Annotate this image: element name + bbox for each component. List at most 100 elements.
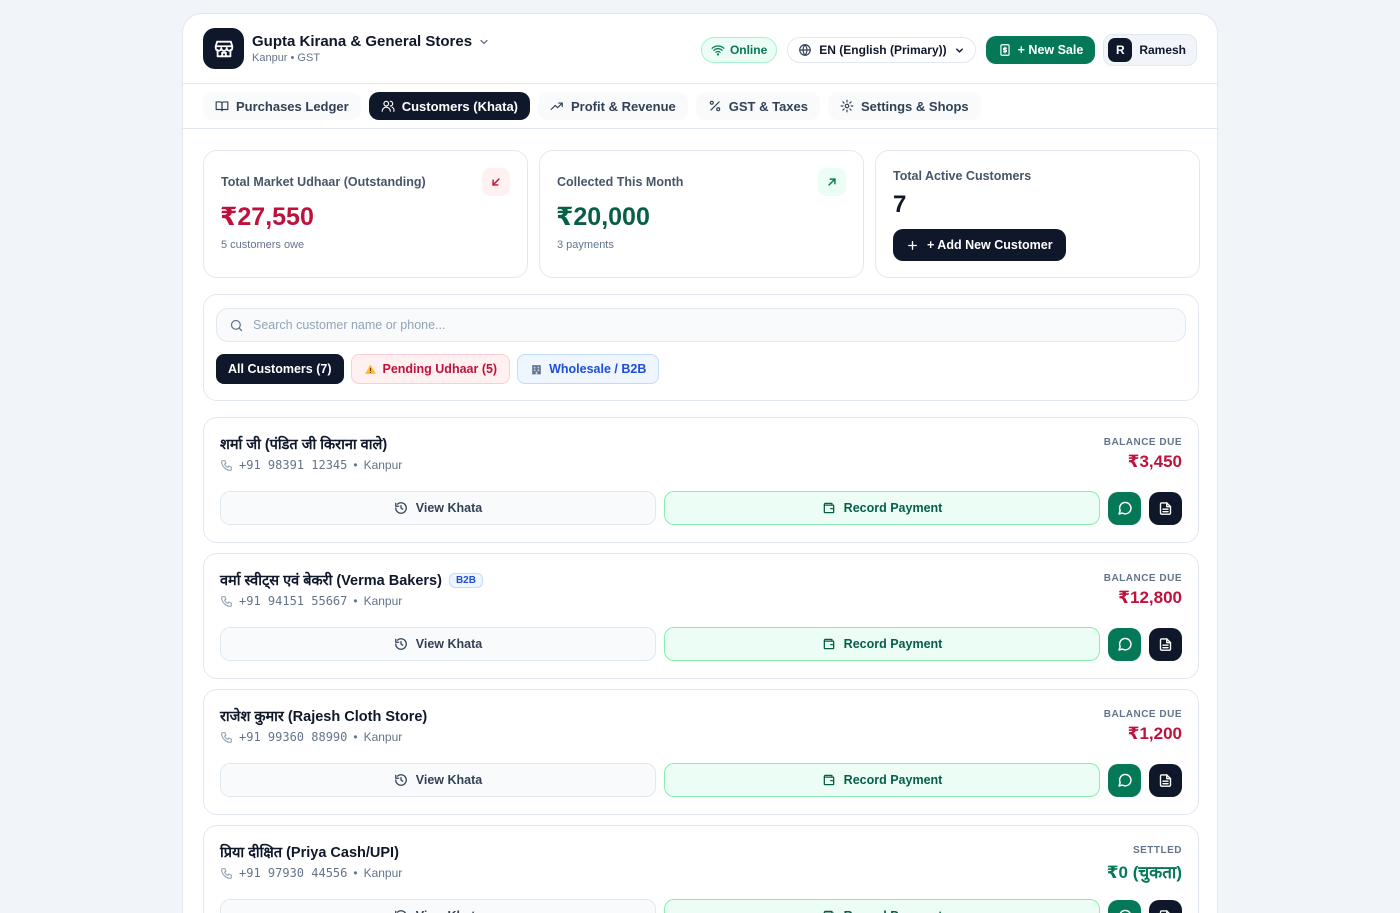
customer-name: राजेश कुमार (Rajesh Cloth Store) (220, 709, 428, 725)
wallet-icon (823, 910, 834, 913)
record-payment-button[interactable]: Record Payment (664, 763, 1100, 797)
add-customer-label: + Add New Customer (927, 238, 1053, 252)
stat-card-collected: Collected This Month ₹20,000 3 payments (539, 150, 864, 278)
customer-city: Kanpur (363, 866, 403, 880)
warning-icon (364, 364, 376, 374)
separator: • (353, 458, 358, 472)
customer-card: वर्मा स्वीट्स एवं बेकरी (Verma Bakers) B… (203, 553, 1199, 679)
balance-label: SETTLED (1132, 845, 1182, 856)
customer-phone: +91 94151 55667 (239, 594, 348, 608)
tab-gst-taxes[interactable]: GST & Taxes (695, 92, 820, 120)
customer-phone: +91 98391 12345 (239, 458, 348, 472)
new-sale-button[interactable]: + New Sale (985, 36, 1096, 64)
stat-value: ₹27,550 (220, 203, 314, 231)
search-bar (216, 308, 1186, 342)
arrow-down-left-icon (482, 168, 510, 196)
statement-button[interactable] (1149, 491, 1182, 525)
globe-icon (799, 44, 812, 57)
message-circle-icon (1117, 637, 1132, 651)
record-payment-button[interactable]: Record Payment (664, 899, 1100, 913)
customer-contact: +91 99360 88990 • Kanpur (220, 730, 402, 744)
view-khata-label: View Khata (416, 909, 482, 913)
app-window: Gupta Kirana & General Stores Kanpur • G… (182, 13, 1218, 913)
balance-amount: ₹12,800 (1118, 588, 1182, 607)
phone-icon (221, 867, 232, 879)
add-new-customer-button[interactable]: + Add New Customer (893, 229, 1066, 261)
stat-label: Total Active Customers (893, 169, 1032, 183)
arrow-up-right-icon (818, 168, 846, 196)
tab-purchases-ledger[interactable]: Purchases Ledger (203, 92, 361, 120)
chip-pending-udhaar[interactable]: Pending Udhaar (5) (350, 354, 511, 384)
book-icon (215, 101, 229, 112)
record-payment-button[interactable]: Record Payment (664, 627, 1100, 661)
statement-button[interactable] (1149, 763, 1182, 797)
search-input[interactable] (253, 318, 1153, 332)
history-icon (394, 638, 407, 650)
top-header: Gupta Kirana & General Stores Kanpur • G… (183, 14, 1217, 84)
whatsapp-reminder-button[interactable] (1108, 763, 1141, 797)
wallet-icon (823, 502, 834, 514)
tab-settings-shops[interactable]: Settings & Shops (828, 92, 981, 120)
view-khata-button[interactable]: View Khata (220, 491, 656, 525)
record-payment-button[interactable]: Record Payment (664, 491, 1100, 525)
customer-name: शर्मा जी (पंडित जी किराना वाले) (220, 437, 388, 453)
gear-icon (840, 99, 854, 113)
chip-all-customers[interactable]: All Customers (7) (216, 354, 344, 384)
online-status-badge: Online (700, 37, 778, 63)
card-actions: View Khata Record Payment (220, 899, 1182, 913)
stat-value: 7 (893, 191, 907, 218)
history-icon (394, 502, 407, 514)
customer-name: वर्मा स्वीट्स एवं बेकरी (Verma Bakers) (220, 573, 442, 589)
separator: • (353, 866, 358, 880)
percent-icon (709, 100, 721, 112)
view-khata-button[interactable]: View Khata (220, 627, 656, 661)
chip-label: All Customers (7) (228, 362, 332, 376)
customer-phone: +91 99360 88990 (239, 730, 348, 744)
customer-phone: +91 97930 44556 (239, 866, 348, 880)
user-menu[interactable]: R Ramesh (1103, 34, 1197, 66)
customer-name-row[interactable]: राजेश कुमार (Rajesh Cloth Store) (220, 706, 427, 726)
balance-label: BALANCE DUE (1103, 573, 1182, 584)
user-name: Ramesh (1139, 43, 1186, 57)
filter-panel: All Customers (7) Pending Udhaar (5) Who… (203, 294, 1199, 401)
message-circle-icon (1119, 909, 1131, 913)
stat-sub: 5 customers owe (221, 239, 305, 251)
customer-name-row[interactable]: वर्मा स्वीट्स एवं बेकरी (Verma Bakers) B… (220, 570, 483, 590)
card-actions: View Khata Record Payment (220, 491, 1182, 525)
search-icon (230, 319, 243, 331)
statement-button[interactable] (1149, 899, 1182, 913)
online-label: Online (729, 43, 768, 57)
customer-name-row[interactable]: प्रिया दीक्षित (Priya Cash/UPI) (220, 842, 399, 862)
message-circle-icon (1117, 773, 1132, 787)
chip-wholesale-b2b[interactable]: Wholesale / B2B (517, 354, 660, 384)
view-khata-label: View Khata (415, 637, 483, 651)
document-icon (1159, 909, 1171, 913)
tab-customers-khata[interactable]: Customers (Khata) (368, 92, 531, 120)
chevron-down-icon (480, 39, 488, 44)
chip-label: Pending Udhaar (5) (382, 362, 498, 376)
view-khata-button[interactable]: View Khata (220, 899, 656, 913)
record-payment-label: Record Payment (844, 909, 943, 913)
tab-profit-revenue[interactable]: Profit & Revenue (538, 92, 688, 120)
customer-name-row[interactable]: शर्मा जी (पंडित जी किराना वाले) (220, 434, 387, 454)
store-icon[interactable] (203, 28, 244, 69)
shop-subtitle: Kanpur • GST (252, 52, 321, 64)
stat-value: ₹20,000 (556, 203, 650, 231)
users-icon (381, 100, 395, 112)
view-khata-button[interactable]: View Khata (220, 763, 656, 797)
tab-label: Purchases Ledger (236, 98, 349, 114)
language-select[interactable]: EN (English (Primary)) (787, 37, 976, 63)
phone-icon (221, 595, 232, 607)
whatsapp-reminder-button[interactable] (1108, 899, 1141, 913)
whatsapp-reminder-button[interactable] (1108, 491, 1141, 525)
history-icon (394, 774, 407, 786)
main-tabs: Purchases Ledger Customers (Khata) Profi… (183, 84, 1217, 129)
statement-button[interactable] (1149, 627, 1182, 661)
view-khata-label: View Khata (415, 773, 483, 787)
customer-card: राजेश कुमार (Rajesh Cloth Store) +91 993… (203, 689, 1199, 815)
phone-icon (221, 459, 232, 471)
shop-switcher[interactable]: Gupta Kirana & General Stores (252, 33, 490, 50)
whatsapp-reminder-button[interactable] (1108, 627, 1141, 661)
document-icon (1159, 501, 1172, 515)
language-label: EN (English (Primary)) (819, 43, 947, 57)
